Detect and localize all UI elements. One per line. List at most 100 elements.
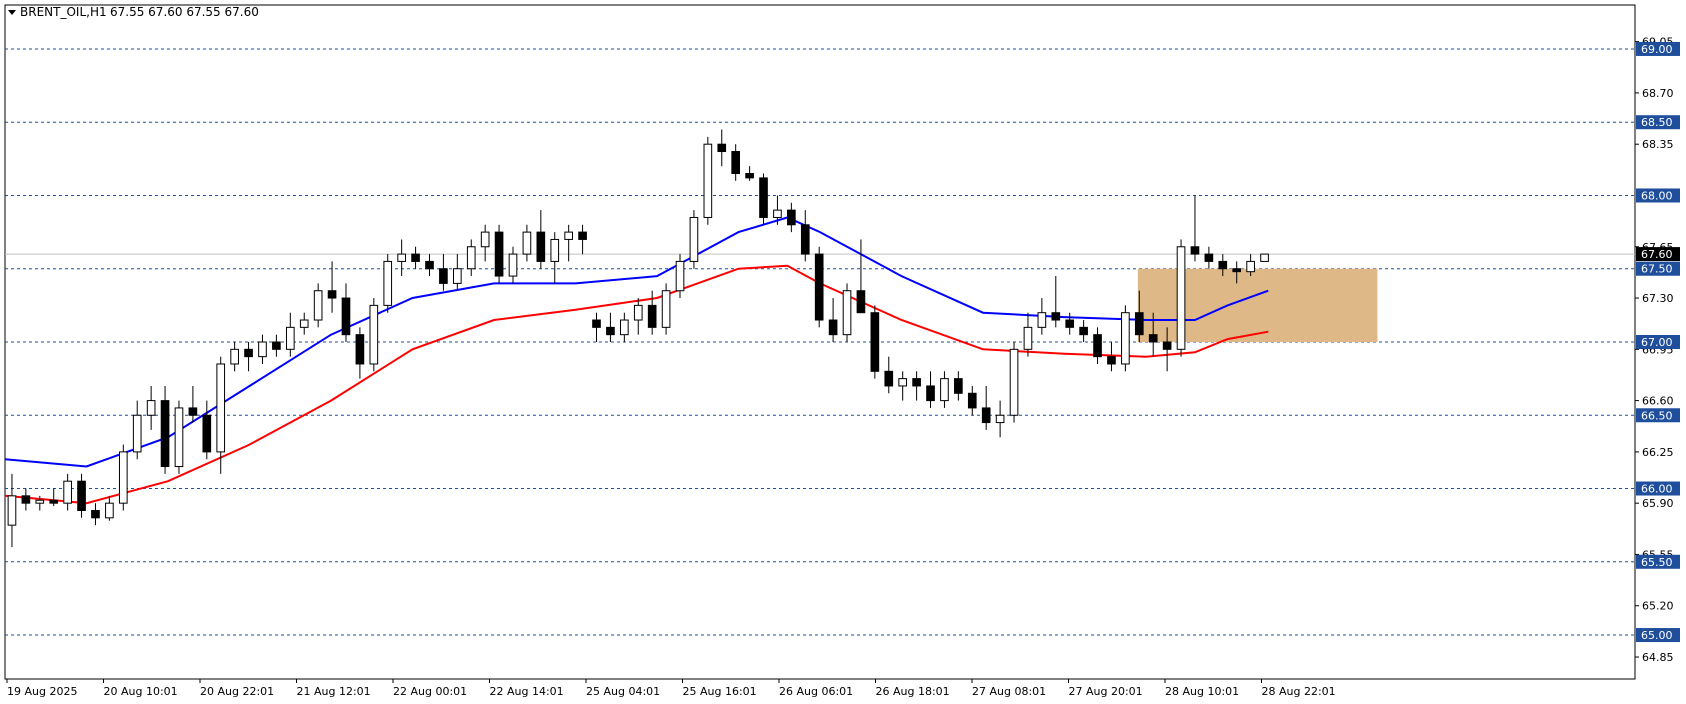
x-tick-label: 20 Aug 10:01 (104, 685, 178, 698)
y-tick-label: 64.85 (1642, 651, 1674, 664)
candle-body (285, 326, 295, 350)
level-label: 68.00 (1641, 189, 1673, 202)
candle-body (299, 319, 309, 328)
candle-body (814, 253, 824, 321)
candle-body (383, 260, 393, 306)
candle-body (313, 290, 323, 321)
candle[interactable] (1121, 305, 1130, 372)
candle-body (118, 451, 128, 504)
candle-body (536, 231, 546, 262)
candle-body (355, 334, 365, 365)
candle-body (606, 326, 615, 336)
candle[interactable] (814, 246, 824, 328)
chart-svg[interactable]: 69.0568.7068.3567.6567.3066.9566.6066.25… (0, 0, 1686, 704)
chart-background (0, 0, 1686, 704)
candle-body (856, 290, 866, 314)
candle-body (202, 414, 212, 453)
y-tick-label: 66.60 (1642, 395, 1674, 408)
candle[interactable] (759, 173, 768, 225)
candle-body (912, 378, 921, 387)
candle-body (216, 363, 226, 453)
candle[interactable] (1176, 239, 1186, 357)
x-tick-label: 27 Aug 20:01 (1069, 685, 1143, 698)
candle-body (49, 499, 59, 504)
candle-body (272, 341, 281, 350)
candle-body (77, 480, 86, 511)
candle-body (397, 253, 406, 262)
zone-rectangle[interactable] (1137, 268, 1378, 342)
candle-body (132, 414, 142, 453)
candle-body (731, 151, 741, 175)
candle[interactable] (689, 210, 699, 269)
candle-body (1023, 326, 1033, 350)
candle-body (870, 312, 880, 372)
candle-body (620, 319, 629, 336)
candle[interactable] (661, 283, 671, 335)
x-tick-label: 28 Aug 22:01 (1262, 685, 1336, 698)
level-label: 67.00 (1641, 336, 1673, 349)
x-tick-label: 21 Aug 12:01 (297, 685, 371, 698)
x-tick-label: 27 Aug 08:01 (972, 685, 1046, 698)
candle-body (1121, 312, 1130, 365)
candle[interactable] (1009, 342, 1019, 423)
candle-body (1093, 334, 1102, 358)
candle-body (146, 400, 156, 416)
candle-body (105, 502, 114, 519)
candle-body (1065, 319, 1075, 328)
candle-body (633, 304, 643, 321)
candle-body (1079, 326, 1088, 336)
symbol-label: BRENT_OIL,H1 (20, 5, 107, 19)
candle-body (7, 495, 17, 526)
candle[interactable] (842, 283, 852, 342)
candle[interactable] (369, 298, 379, 372)
candle-body (91, 510, 100, 519)
level-label: 65.50 (1641, 556, 1673, 569)
candle[interactable] (494, 224, 504, 284)
candle-body (661, 290, 671, 328)
candle-body (341, 297, 351, 336)
candle-body (675, 260, 685, 292)
candle[interactable] (870, 305, 880, 379)
candle[interactable] (1260, 253, 1269, 262)
candle-body (842, 290, 852, 336)
zone-layer (1137, 268, 1378, 342)
candle-body (466, 246, 476, 270)
candle-body (550, 238, 560, 262)
candle-body (1176, 246, 1186, 350)
candle-body (1218, 260, 1228, 270)
x-tick-label: 22 Aug 00:01 (393, 685, 467, 698)
candle[interactable] (383, 254, 393, 313)
candle-body (258, 341, 267, 358)
candle-body (1204, 253, 1214, 262)
level-label: 65.00 (1641, 629, 1673, 642)
candle[interactable] (174, 400, 184, 474)
y-tick-label: 66.25 (1642, 446, 1674, 459)
candle-body (564, 231, 573, 240)
candle[interactable] (118, 444, 128, 511)
current-price-label: 67.60 (1641, 248, 1673, 261)
chart-area[interactable]: 69.0568.7068.3567.6567.3066.9566.6066.25… (0, 0, 1686, 704)
candle-body (188, 407, 198, 416)
candle-body (1037, 312, 1047, 328)
candle-body (800, 224, 810, 255)
candle-body (439, 268, 448, 284)
candle-body (1148, 334, 1158, 343)
candle-body (508, 253, 518, 277)
y-tick-label: 68.70 (1642, 87, 1674, 100)
candle-body (578, 231, 587, 240)
x-tick-label: 20 Aug 22:01 (200, 685, 274, 698)
x-tick-label: 28 Aug 10:01 (1165, 685, 1239, 698)
x-tick-label: 22 Aug 14:01 (490, 685, 564, 698)
x-tick-label: 25 Aug 04:01 (586, 685, 660, 698)
candle-body (981, 407, 991, 424)
candle-body (230, 348, 239, 365)
candle-body (884, 370, 894, 387)
candle-body (35, 499, 45, 504)
candle[interactable] (703, 136, 713, 225)
candle-body (828, 319, 838, 336)
candle-body (647, 304, 657, 328)
level-label: 66.50 (1641, 409, 1673, 422)
candle-body (954, 378, 963, 394)
candle-body (21, 495, 31, 504)
candle-body (244, 348, 253, 358)
